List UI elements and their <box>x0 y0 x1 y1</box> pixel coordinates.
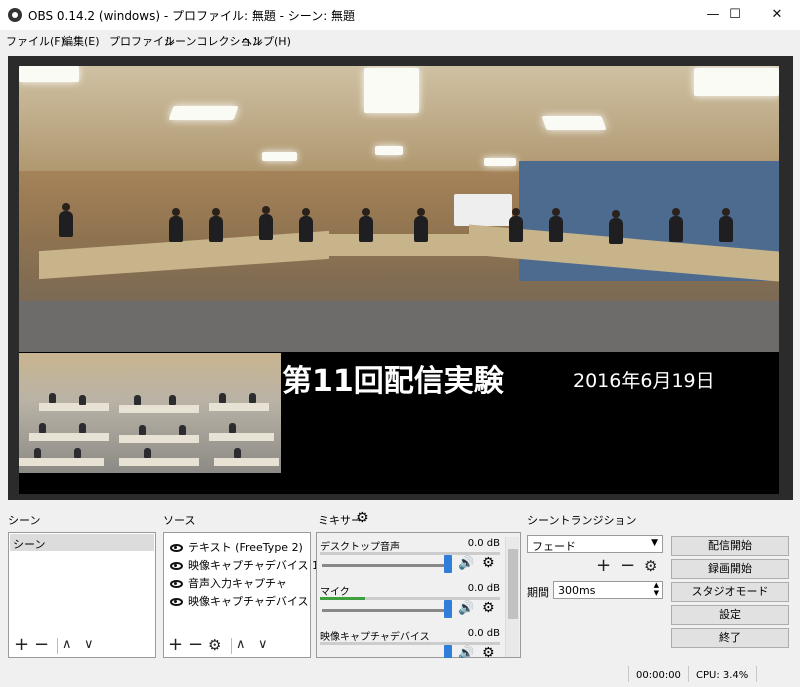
remove-source-button[interactable]: − <box>188 636 203 654</box>
menu-edit[interactable]: 編集(E) <box>62 33 100 49</box>
channel-db: 0.0 dB <box>467 538 500 549</box>
source-label: 音声入力キャプチャ <box>188 577 287 590</box>
eye-icon[interactable] <box>170 598 183 606</box>
eye-icon[interactable] <box>170 544 183 552</box>
overlay-title-text: 第11回配信実験 <box>282 364 504 399</box>
mixer-channel-mic: マイク 0.0 dB 🔊 ⚙ <box>318 583 502 625</box>
chevron-down-icon: ▼ <box>651 538 658 548</box>
volume-meter <box>320 597 500 600</box>
obs-logo-icon <box>8 8 22 22</box>
scenes-list[interactable]: シーン <box>8 532 156 658</box>
scene-up-button[interactable]: ∧ <box>62 636 72 654</box>
volume-slider-thumb[interactable] <box>444 555 452 573</box>
source-settings-gear-icon[interactable]: ⚙ <box>208 636 221 654</box>
close-button[interactable]: ✕ <box>754 0 800 30</box>
divider <box>231 638 232 654</box>
title-bar: OBS 0.14.2 (windows) - プロファイル: 無題 - シーン:… <box>0 0 800 30</box>
transition-selected: フェード <box>532 540 576 553</box>
transition-settings-gear-icon[interactable]: ⚙ <box>644 557 657 575</box>
add-transition-button[interactable]: + <box>596 557 611 575</box>
window-title: OBS 0.14.2 (windows) - プロファイル: 無題 - シーン:… <box>28 9 356 23</box>
channel-db: 0.0 dB <box>467 628 500 639</box>
preview-scene[interactable]: 第11回配信実験 2016年6月19日 <box>19 66 779 494</box>
meeting-room-camera-image <box>19 66 779 352</box>
source-down-button[interactable]: ∨ <box>258 636 268 654</box>
duration-label: 期間 <box>527 586 549 599</box>
volume-meter <box>320 642 500 645</box>
maximize-button[interactable]: ☐ <box>712 0 758 30</box>
menu-file[interactable]: ファイル(F) <box>6 33 65 49</box>
channel-name: マイク <box>320 587 350 598</box>
sources-label: ソース <box>163 514 196 527</box>
start-recording-button[interactable]: 録画開始 <box>671 559 789 579</box>
speaker-icon[interactable]: 🔊 <box>458 601 474 616</box>
scene-item[interactable]: シーン <box>10 534 154 551</box>
source-label: 映像キャプチャデバイス 1 <box>188 559 320 572</box>
stream-time: 00:00:00 <box>636 670 681 681</box>
duration-spinbox[interactable]: 300ms ▲ ▼ <box>553 581 663 599</box>
channel-gear-icon[interactable]: ⚙ <box>482 645 495 658</box>
volume-slider-thumb[interactable] <box>444 600 452 618</box>
assembly-hall-camera-image <box>19 353 281 473</box>
speaker-icon[interactable]: 🔊 <box>458 646 474 658</box>
duration-value: 300ms <box>558 584 596 597</box>
spin-arrows-icon[interactable]: ▲ ▼ <box>654 581 659 597</box>
exit-button[interactable]: 終了 <box>671 628 789 648</box>
cpu-usage: CPU: 3.4% <box>696 670 749 681</box>
add-source-button[interactable]: + <box>168 636 183 654</box>
remove-scene-button[interactable]: − <box>34 636 49 654</box>
scrollbar-thumb[interactable] <box>508 549 518 619</box>
channel-name: デスクトップ音声 <box>320 542 400 553</box>
divider <box>688 666 689 682</box>
divider <box>628 666 629 682</box>
remove-transition-button[interactable]: − <box>620 557 635 575</box>
scene-down-button[interactable]: ∨ <box>84 636 94 654</box>
mixer-channel-desktop-audio: デスクトップ音声 0.0 dB 🔊 ⚙ <box>318 538 502 580</box>
volume-slider[interactable] <box>322 564 450 567</box>
add-scene-button[interactable]: + <box>14 636 29 654</box>
transition-select[interactable]: フェード ▼ <box>527 535 663 553</box>
menu-help[interactable]: ヘルプ(H) <box>241 33 291 49</box>
speaker-icon[interactable]: 🔊 <box>458 556 474 571</box>
channel-name: 映像キャプチャデバイス <box>320 632 430 643</box>
source-label: 映像キャプチャデバイス <box>188 595 309 608</box>
channel-gear-icon[interactable]: ⚙ <box>482 600 495 616</box>
source-label: テキスト (FreeType 2) <box>188 541 303 554</box>
start-streaming-button[interactable]: 配信開始 <box>671 536 789 556</box>
divider <box>756 666 757 682</box>
channel-gear-icon[interactable]: ⚙ <box>482 555 495 571</box>
source-item[interactable]: 映像キャプチャデバイス 1 <box>170 557 319 575</box>
source-item[interactable]: 音声入力キャプチャ <box>170 575 287 593</box>
eye-icon[interactable] <box>170 562 183 570</box>
divider <box>57 638 58 654</box>
source-up-button[interactable]: ∧ <box>236 636 246 654</box>
mixer-scrollbar[interactable] <box>505 537 519 657</box>
scenes-label: シーン <box>8 514 41 527</box>
volume-slider-thumb[interactable] <box>444 645 452 658</box>
source-item[interactable]: 映像キャプチャデバイス <box>170 593 309 611</box>
overlay-date-text: 2016年6月19日 <box>573 370 715 392</box>
eye-icon[interactable] <box>170 580 183 588</box>
mixer-channel-video-capture: 映像キャプチャデバイス 0.0 dB 🔊 ⚙ <box>318 628 502 658</box>
meter-level <box>320 597 365 600</box>
volume-meter <box>320 552 500 555</box>
volume-slider[interactable] <box>322 609 450 612</box>
transition-label: シーントランジション <box>527 514 637 527</box>
mixer-gear-icon[interactable]: ⚙ <box>356 510 369 526</box>
source-item[interactable]: テキスト (FreeType 2) <box>170 539 303 557</box>
settings-button[interactable]: 設定 <box>671 605 789 625</box>
studio-mode-button[interactable]: スタジオモード <box>671 582 789 602</box>
channel-db: 0.0 dB <box>467 583 500 594</box>
menu-bar: ファイル(F) 編集(E) プロファイル シーンコレクション ヘルプ(H) <box>0 30 800 50</box>
